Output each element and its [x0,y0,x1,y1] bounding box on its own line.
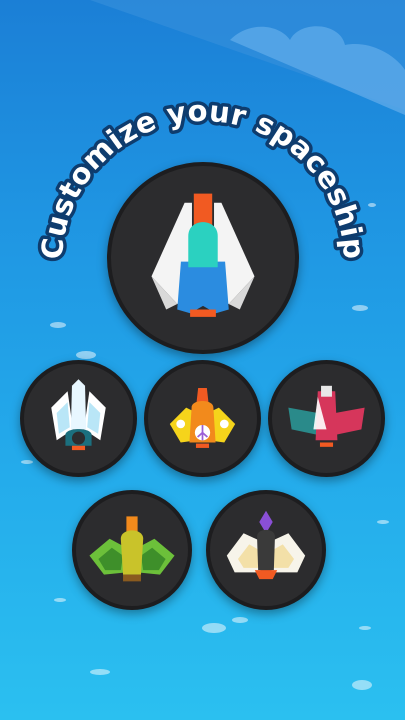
red-winged-ship-icon [288,385,365,447]
classic-white-ship-icon [151,193,255,317]
ship-slot-flower[interactable] [144,360,261,477]
green-leaf-ship-icon [89,516,175,582]
ship-slot-moth[interactable] [206,490,326,610]
moth-ship-icon [226,510,306,580]
flower-peace-ship-icon [169,387,236,448]
ship-slot-crystal[interactable] [20,360,137,477]
ship-slot-green[interactable] [72,490,192,610]
crystal-ship-icon [51,379,106,451]
ship-slot-red[interactable] [268,360,385,477]
ship-slot-main[interactable] [107,162,299,354]
